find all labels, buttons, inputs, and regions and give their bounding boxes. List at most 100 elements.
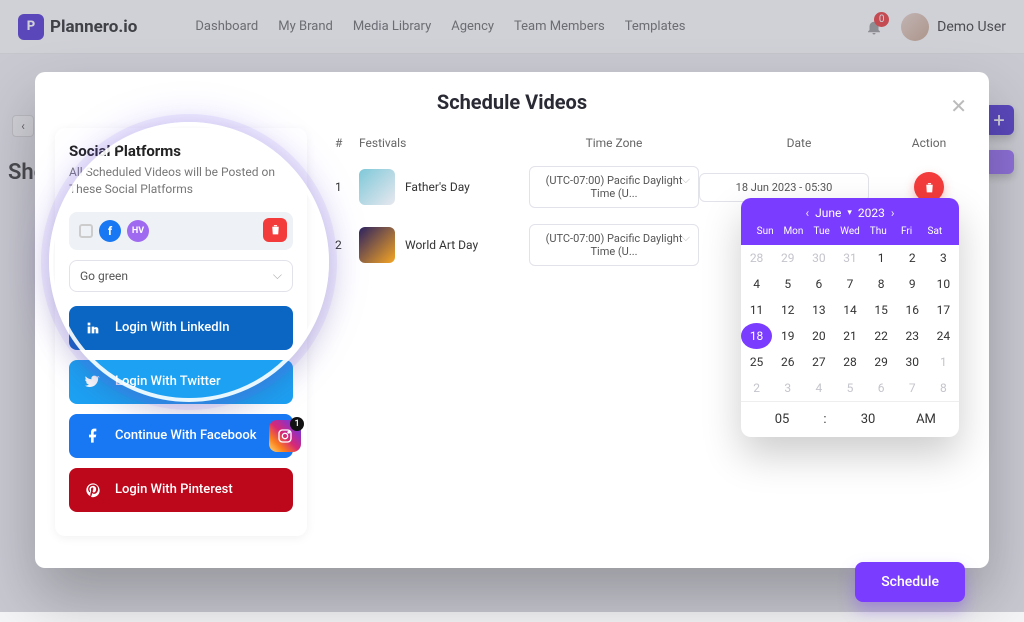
- col-date: Date: [699, 136, 899, 150]
- account-initials-badge: HV: [127, 220, 149, 242]
- date-cell[interactable]: 20: [803, 323, 834, 349]
- button-label: Continue With Facebook: [115, 428, 256, 443]
- date-cell[interactable]: 11: [741, 297, 772, 323]
- twitter-icon: [83, 372, 103, 392]
- time-minute[interactable]: 30: [835, 412, 901, 427]
- date-cell[interactable]: 23: [897, 323, 928, 349]
- connected-account-row[interactable]: f HV: [69, 212, 293, 250]
- date-cell[interactable]: 28: [834, 349, 865, 375]
- date-cell[interactable]: 5: [834, 375, 865, 401]
- date-cell[interactable]: 9: [897, 271, 928, 297]
- social-platforms-card: Social Platforms All Scheduled Videos wi…: [55, 128, 307, 536]
- col-action: Action: [899, 136, 959, 150]
- date-cell[interactable]: 12: [772, 297, 803, 323]
- dow-label: Thu: [864, 226, 892, 237]
- schedule-videos-modal: Schedule Videos ✕ Social Platforms All S…: [35, 72, 989, 568]
- button-label: Login With Pinterest: [115, 482, 233, 497]
- button-label: Login With Twitter: [115, 374, 221, 389]
- date-cell[interactable]: 24: [928, 323, 959, 349]
- date-cell[interactable]: 15: [866, 297, 897, 323]
- date-cell[interactable]: 17: [928, 297, 959, 323]
- date-cell[interactable]: 7: [834, 271, 865, 297]
- facebook-icon: [83, 426, 103, 446]
- next-month-button[interactable]: ›: [891, 206, 895, 220]
- date-cell[interactable]: 10: [928, 271, 959, 297]
- date-cell[interactable]: 8: [866, 271, 897, 297]
- date-cell[interactable]: 30: [897, 349, 928, 375]
- dow-label: Sat: [921, 226, 949, 237]
- dow-label: Tue: [808, 226, 836, 237]
- date-cell[interactable]: 13: [803, 297, 834, 323]
- col-timezone: Time Zone: [529, 136, 699, 150]
- date-cell[interactable]: 1: [928, 349, 959, 375]
- date-cell[interactable]: 18: [741, 323, 772, 349]
- table-header: # Festivals Time Zone Date Action: [325, 128, 969, 158]
- modal-title: Schedule Videos: [35, 72, 989, 128]
- date-cell[interactable]: 8: [928, 375, 959, 401]
- datepicker-month[interactable]: June: [815, 206, 841, 220]
- date-cell[interactable]: 31: [834, 245, 865, 271]
- instagram-icon[interactable]: 1: [269, 420, 301, 452]
- facebook-icon: f: [99, 220, 121, 242]
- datepicker-year[interactable]: 2023: [858, 206, 885, 220]
- login-twitter-button[interactable]: Login With Twitter: [69, 360, 293, 404]
- date-cell[interactable]: 7: [897, 375, 928, 401]
- date-cell[interactable]: 27: [803, 349, 834, 375]
- time-sep: :: [815, 412, 835, 427]
- date-cell[interactable]: 6: [866, 375, 897, 401]
- row-index: 1: [335, 180, 359, 194]
- date-cell[interactable]: 4: [741, 271, 772, 297]
- date-cell[interactable]: 4: [803, 375, 834, 401]
- date-cell[interactable]: 3: [928, 245, 959, 271]
- time-picker: 05 : 30 AM: [741, 401, 959, 437]
- dow-label: Mon: [779, 226, 807, 237]
- datepicker-grid: 2829303112345678910111213141516171819202…: [741, 245, 959, 401]
- pinterest-icon: [83, 480, 103, 500]
- date-cell[interactable]: 6: [803, 271, 834, 297]
- timezone-select[interactable]: (UTC-07:00) Pacific Daylight Time (U...: [529, 166, 699, 208]
- date-cell[interactable]: 2: [897, 245, 928, 271]
- prev-month-button[interactable]: ‹: [806, 206, 810, 220]
- date-cell[interactable]: 1: [866, 245, 897, 271]
- col-index: #: [335, 136, 359, 150]
- login-facebook-button[interactable]: Continue With Facebook 1: [69, 414, 293, 458]
- close-icon[interactable]: ✕: [950, 94, 967, 118]
- video-thumbnail: [359, 227, 395, 263]
- card-subheading: All Scheduled Videos will be Posted on T…: [69, 164, 293, 198]
- video-thumbnail: [359, 169, 395, 205]
- time-hour[interactable]: 05: [749, 412, 815, 427]
- login-linkedin-button[interactable]: Login With LinkedIn: [69, 306, 293, 350]
- dow-row: Sun Mon Tue Wed Thu Fri Sat: [751, 226, 949, 237]
- date-cell[interactable]: 5: [772, 271, 803, 297]
- brand-select[interactable]: Go green: [69, 260, 293, 292]
- dow-label: Sun: [751, 226, 779, 237]
- dow-label: Fri: [892, 226, 920, 237]
- button-label: Login With LinkedIn: [115, 320, 230, 335]
- date-cell[interactable]: 21: [834, 323, 865, 349]
- login-pinterest-button[interactable]: Login With Pinterest: [69, 468, 293, 512]
- dow-label: Wed: [836, 226, 864, 237]
- date-cell[interactable]: 25: [741, 349, 772, 375]
- festival-name: World Art Day: [405, 238, 478, 252]
- schedule-button[interactable]: Schedule: [855, 562, 965, 602]
- instagram-badge: 1: [290, 417, 304, 431]
- card-heading: Social Platforms: [69, 142, 293, 160]
- date-cell[interactable]: 30: [803, 245, 834, 271]
- date-cell[interactable]: 3: [772, 375, 803, 401]
- date-cell[interactable]: 29: [772, 245, 803, 271]
- delete-account-button[interactable]: [263, 218, 287, 242]
- timezone-select[interactable]: (UTC-07:00) Pacific Daylight Time (U...: [529, 224, 699, 266]
- date-cell[interactable]: 19: [772, 323, 803, 349]
- date-cell[interactable]: 22: [866, 323, 897, 349]
- linkedin-icon: [83, 318, 103, 338]
- date-cell[interactable]: 26: [772, 349, 803, 375]
- time-ampm[interactable]: AM: [901, 412, 951, 427]
- datepicker-popover: ‹ June▾ 2023 › Sun Mon Tue Wed Thu Fri S…: [741, 198, 959, 437]
- date-cell[interactable]: 28: [741, 245, 772, 271]
- date-cell[interactable]: 2: [741, 375, 772, 401]
- col-festival: Festivals: [359, 136, 529, 150]
- date-cell[interactable]: 14: [834, 297, 865, 323]
- date-cell[interactable]: 29: [866, 349, 897, 375]
- date-cell[interactable]: 16: [897, 297, 928, 323]
- account-checkbox[interactable]: [79, 224, 93, 238]
